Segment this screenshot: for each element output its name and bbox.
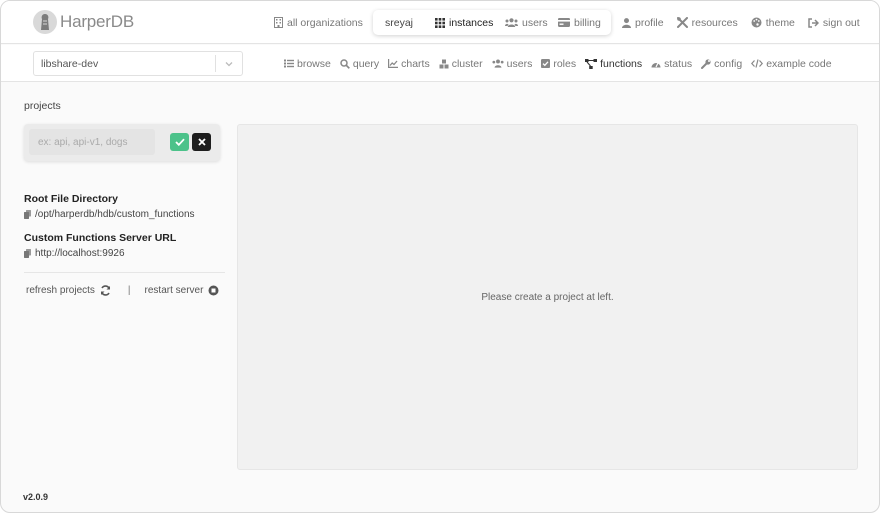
billing-link[interactable]: billing bbox=[558, 17, 601, 29]
tools-icon bbox=[676, 17, 688, 28]
refresh-projects-label: refresh projects bbox=[26, 285, 95, 296]
instances-link[interactable]: instances bbox=[435, 17, 493, 29]
tab-functions[interactable]: functions bbox=[585, 58, 642, 70]
harperdb-logo-icon bbox=[33, 10, 57, 34]
profile-label: profile bbox=[635, 16, 664, 29]
tab-status[interactable]: status bbox=[651, 58, 692, 70]
resources-link[interactable]: resources bbox=[676, 16, 738, 29]
project-actions: refresh projects | restart server bbox=[26, 285, 219, 296]
logo[interactable]: HarperDB bbox=[33, 9, 134, 35]
confirm-project-button[interactable] bbox=[170, 133, 189, 151]
app-version: v2.0.9 bbox=[23, 492, 49, 502]
tab-query[interactable]: query bbox=[340, 58, 379, 70]
logo-text: HarperDB bbox=[60, 12, 134, 31]
theme-link[interactable]: theme bbox=[751, 17, 795, 29]
search-icon bbox=[340, 58, 350, 69]
tab-browse[interactable]: browse bbox=[284, 58, 331, 70]
resources-label: resources bbox=[691, 16, 738, 29]
instance-navbar: libshare-dev browse query charts cluster… bbox=[1, 45, 879, 82]
tab-config[interactable]: config bbox=[701, 58, 742, 70]
close-icon bbox=[197, 138, 206, 146]
users-icon bbox=[505, 18, 518, 27]
left-panel-divider bbox=[24, 272, 225, 273]
empty-state-message: Please create a project at left. bbox=[481, 292, 614, 303]
tab-roles[interactable]: roles bbox=[541, 58, 576, 70]
refresh-icon bbox=[100, 285, 110, 296]
function-editor-panel: Please create a project at left. bbox=[237, 124, 858, 470]
instance-select-value: libshare-dev bbox=[41, 57, 99, 70]
tab-status-label: status bbox=[664, 57, 693, 70]
tab-query-label: query bbox=[352, 57, 380, 70]
select-divider bbox=[215, 55, 216, 72]
server-url-value: http://localhost:9926 bbox=[35, 248, 125, 259]
chart-icon bbox=[388, 59, 399, 68]
user-icon bbox=[622, 17, 631, 28]
building-icon bbox=[274, 17, 283, 28]
code-icon bbox=[751, 59, 764, 68]
project-diagram-icon bbox=[585, 58, 598, 69]
top-navbar: HarperDB all organizations sreyaj instan… bbox=[1, 1, 879, 44]
organization-name: sreyaj bbox=[385, 16, 414, 29]
root-directory-value: /opt/harperdb/hdb/custom_functions bbox=[35, 209, 195, 220]
all-organizations-label: all organizations bbox=[287, 16, 363, 29]
tab-users-label: users bbox=[506, 57, 533, 70]
check-square-icon bbox=[541, 59, 551, 68]
grid-icon bbox=[435, 17, 445, 28]
wrench-icon bbox=[701, 58, 711, 69]
org-users-link[interactable]: users bbox=[505, 17, 548, 29]
tab-charts-label: charts bbox=[401, 57, 430, 70]
server-url-copy[interactable]: http://localhost:9926 bbox=[24, 248, 125, 259]
profile-link[interactable]: profile bbox=[622, 17, 664, 29]
palette-icon bbox=[751, 17, 762, 28]
tab-config-label: config bbox=[714, 57, 743, 70]
instance-tabs: browse query charts cluster users roles … bbox=[284, 45, 832, 82]
root-directory-copy[interactable]: /opt/harperdb/hdb/custom_functions bbox=[24, 209, 195, 220]
credit-card-icon bbox=[558, 18, 570, 27]
tab-functions-label: functions bbox=[600, 57, 643, 70]
projects-heading: projects bbox=[24, 100, 61, 112]
tab-example-code-label: example code bbox=[766, 57, 832, 70]
copy-icon bbox=[24, 210, 31, 219]
check-icon bbox=[174, 138, 185, 146]
tab-cluster[interactable]: cluster bbox=[439, 58, 483, 70]
sign-out-label: sign out bbox=[822, 16, 860, 29]
app-window: HarperDB all organizations sreyaj instan… bbox=[0, 0, 880, 513]
root-directory-title: Root File Directory bbox=[24, 193, 118, 205]
users-icon bbox=[492, 59, 504, 68]
org-users-label: users bbox=[522, 16, 548, 29]
theme-label: theme bbox=[765, 16, 795, 29]
gauge-icon bbox=[651, 62, 661, 68]
tab-roles-label: roles bbox=[553, 57, 577, 70]
sign-out-link[interactable]: sign out bbox=[808, 17, 860, 29]
copy-icon bbox=[24, 249, 31, 258]
instances-label: instances bbox=[449, 16, 494, 29]
refresh-projects-button[interactable]: refresh projects bbox=[26, 285, 111, 296]
sign-out-icon bbox=[808, 17, 819, 28]
tab-users[interactable]: users bbox=[492, 57, 533, 70]
list-icon bbox=[284, 59, 294, 68]
actions-separator: | bbox=[127, 285, 131, 296]
cancel-project-button[interactable] bbox=[192, 133, 211, 151]
chevron-down-icon bbox=[225, 62, 233, 67]
instance-select[interactable]: libshare-dev bbox=[33, 51, 243, 76]
tab-charts[interactable]: charts bbox=[388, 58, 430, 70]
tab-cluster-label: cluster bbox=[451, 57, 483, 70]
new-project-form bbox=[24, 124, 220, 161]
user-nav: profile resources theme sign out bbox=[622, 1, 860, 44]
tab-browse-label: browse bbox=[297, 57, 331, 70]
restart-server-label: restart server bbox=[144, 285, 204, 296]
billing-label: billing bbox=[574, 16, 601, 29]
project-name-input[interactable] bbox=[29, 129, 155, 155]
organization-menu: sreyaj instances users billing bbox=[373, 10, 611, 35]
cubes-icon bbox=[439, 59, 449, 68]
all-organizations-link[interactable]: all organizations bbox=[274, 1, 363, 44]
tab-example-code[interactable]: example code bbox=[751, 57, 832, 70]
server-url-title: Custom Functions Server URL bbox=[24, 232, 177, 244]
restart-server-button[interactable]: restart server bbox=[145, 285, 220, 296]
stop-circle-icon bbox=[208, 285, 219, 296]
